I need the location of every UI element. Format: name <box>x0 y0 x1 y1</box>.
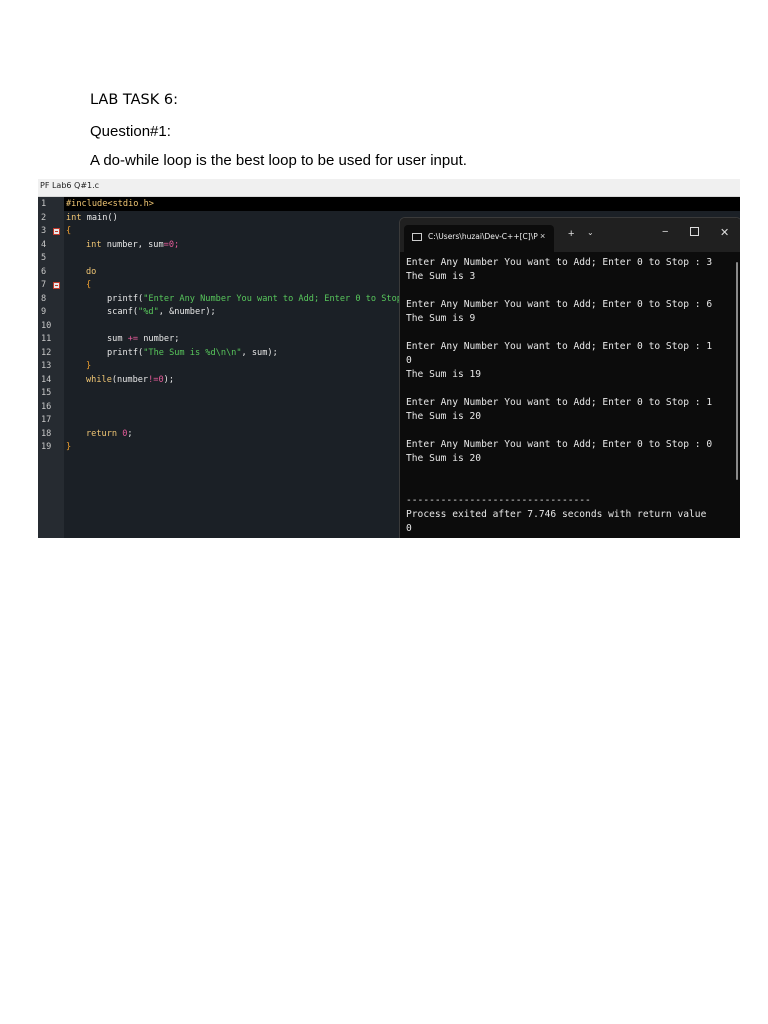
line-number: 18 <box>41 428 52 439</box>
code-text: main() <box>81 212 118 223</box>
line-number-gutter: 1 2 3 4 5 6 7 8 9 10 11 12 13 14 15 16 1… <box>38 197 64 538</box>
file-tab[interactable]: PF Lab6 Q#1.c <box>40 181 99 190</box>
code-line-3: { <box>66 226 72 236</box>
string-literal: "Enter Any Number You want to Add; Enter… <box>143 293 402 304</box>
editor-tab-bar: PF Lab6 Q#1.c <box>38 179 740 197</box>
code-line-11: sum += number; <box>107 333 179 347</box>
code-line-1: #include<stdio.h> <box>66 199 154 209</box>
line-number: 12 <box>41 347 52 358</box>
code-text: ; <box>174 239 180 250</box>
maximize-icon[interactable] <box>690 227 699 236</box>
answer-text: A do-while loop is the best loop to be u… <box>90 152 467 169</box>
lab-task-heading: LAB TASK 6: <box>90 92 178 108</box>
code-text: ; <box>127 428 133 439</box>
code-line-13: } <box>86 361 92 371</box>
fold-collapse-icon[interactable] <box>53 282 60 289</box>
terminal-title-bar: C:\Users\huzai\Dev-C++[C]\P × + ⌄ − ✕ <box>400 218 740 252</box>
line-number: 14 <box>41 374 52 385</box>
code-line-9: scanf("%d", &number); <box>107 306 216 320</box>
code-text: number, sum <box>101 239 164 250</box>
code-text: , sum); <box>241 347 278 358</box>
terminal-tab[interactable]: C:\Users\huzai\Dev-C++[C]\P × <box>404 225 554 252</box>
line-number: 8 <box>41 293 47 304</box>
chevron-down-icon[interactable]: ⌄ <box>587 228 594 237</box>
close-icon[interactable]: ✕ <box>720 226 729 239</box>
keyword: return <box>86 428 118 439</box>
code-line-4: int number, sum=0; <box>86 239 179 253</box>
line-number: 7 <box>41 280 47 290</box>
line-number: 11 <box>41 334 52 344</box>
keyword: int <box>66 212 82 223</box>
line-number: 9 <box>41 307 47 317</box>
line-number: 6 <box>41 266 47 277</box>
line-number: 10 <box>41 320 52 331</box>
code-line-2: int main() <box>66 212 118 226</box>
question-label: Question#1: <box>90 123 171 140</box>
minimize-icon[interactable]: − <box>662 226 668 238</box>
code-text: scanf( <box>107 307 139 317</box>
terminal-scrollbar[interactable] <box>736 262 738 480</box>
keyword: int <box>86 239 102 250</box>
line-number: 5 <box>41 253 47 263</box>
line-number: 17 <box>41 415 52 425</box>
code-line-19: } <box>66 442 72 452</box>
code-line-12: printf("The Sum is %d\n\n", sum); <box>107 347 278 361</box>
close-tab-icon[interactable]: × <box>540 231 545 241</box>
line-number: 13 <box>41 361 52 371</box>
line-number: 19 <box>41 442 52 452</box>
line-number: 1 <box>41 199 47 209</box>
code-line-7: { <box>86 280 92 290</box>
code-line-14: while(number!=0); <box>86 374 174 388</box>
line-number: 2 <box>41 212 47 223</box>
code-line-18: return 0; <box>86 428 133 442</box>
string-literal: "The Sum is %d\n\n" <box>143 347 242 358</box>
line-number: 16 <box>41 401 52 412</box>
code-text: (number <box>111 374 149 385</box>
terminal-window[interactable]: C:\Users\huzai\Dev-C++[C]\P × + ⌄ − ✕ En… <box>399 217 740 538</box>
code-line-6: do <box>86 266 97 277</box>
line-number: 3 <box>41 226 47 236</box>
new-tab-icon[interactable]: + <box>568 228 574 240</box>
string-literal: "%d" <box>138 307 159 317</box>
terminal-tab-title: C:\Users\huzai\Dev-C++[C]\P <box>428 232 538 241</box>
terminal-output: Enter Any Number You want to Add; Enter … <box>406 257 713 534</box>
terminal-icon <box>412 233 422 241</box>
operator: != <box>148 374 159 385</box>
line-number: 4 <box>41 239 47 250</box>
code-text: sum <box>107 334 128 344</box>
line-number: 15 <box>41 388 52 398</box>
fold-collapse-icon[interactable] <box>53 228 60 235</box>
code-text: ); <box>163 374 174 385</box>
code-text: printf( <box>107 293 144 304</box>
code-text: , &number); <box>158 307 216 317</box>
code-line-8: printf("Enter Any Number You want to Add… <box>107 293 402 307</box>
code-text: number; <box>138 334 180 344</box>
operator: += <box>127 334 139 344</box>
code-text: printf( <box>107 347 144 358</box>
keyword: while <box>86 374 112 385</box>
ide-screenshot: PF Lab6 Q#1.c 1 2 3 4 5 6 7 8 9 10 11 12… <box>38 179 740 538</box>
